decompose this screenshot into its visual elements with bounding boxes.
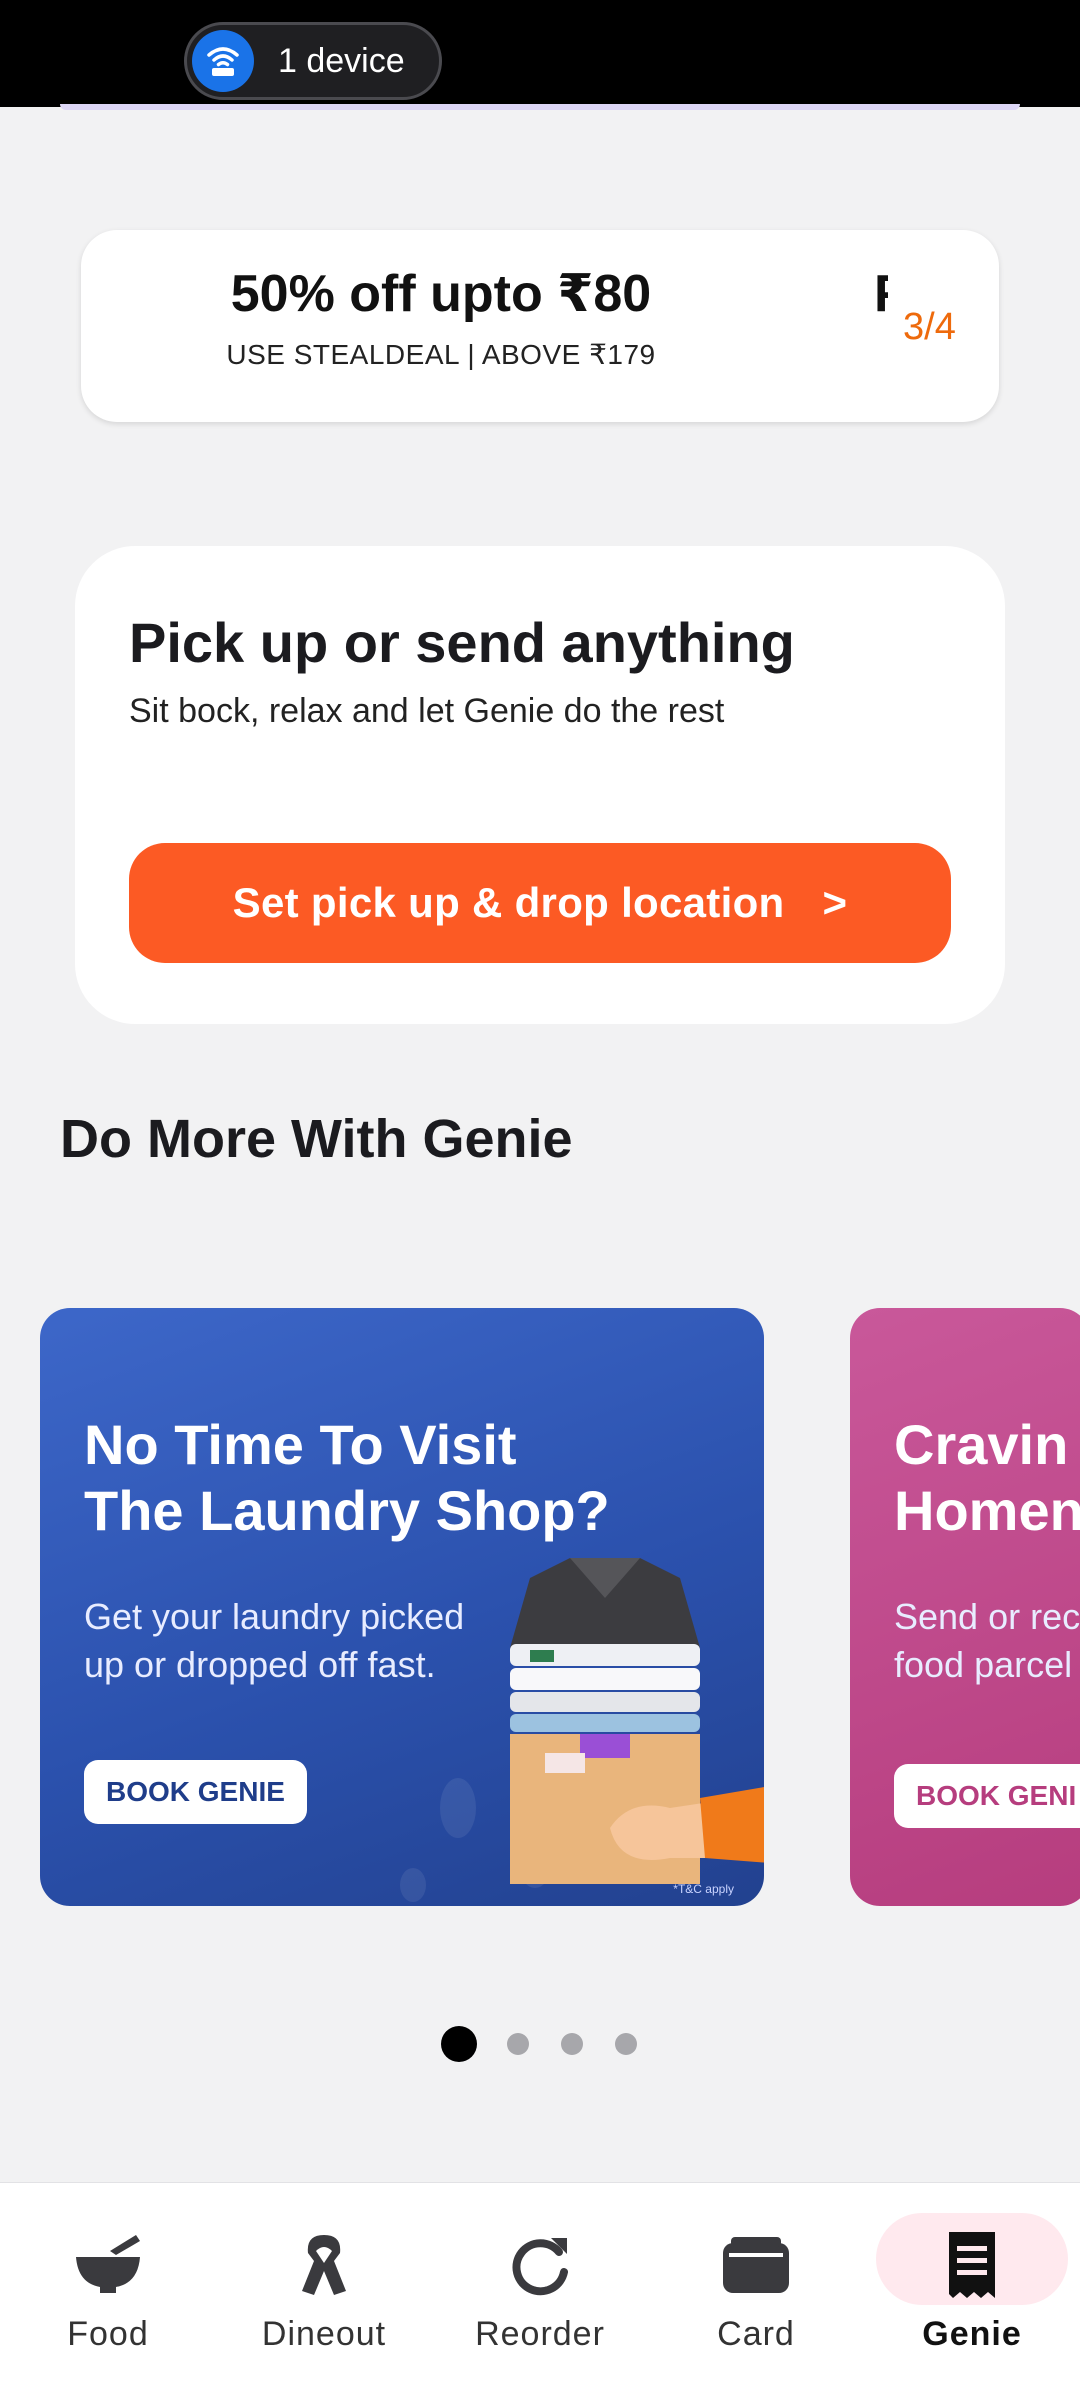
genie-card-title: Pick up or send anything: [129, 611, 795, 674]
nav-label: Dineout: [261, 2315, 387, 2353]
food-parcel-banner[interactable]: Cravin Homen Send or rec food parcel BOO…: [850, 1308, 1080, 1906]
nav-reorder[interactable]: Reorder: [460, 2183, 620, 2401]
carousel-indicator: [0, 2026, 1080, 2062]
wallet-card-icon: [721, 2229, 791, 2301]
banner-desc-line2: up or dropped off fast.: [84, 1644, 436, 1685]
genie-card-subtitle: Sit bock, relax and let Genie do the res…: [129, 692, 725, 730]
laundry-box-illustration: [510, 1558, 764, 1884]
food-bowl-icon: [70, 2229, 146, 2301]
banner-description: Get your laundry picked up or dropped of…: [84, 1593, 464, 1689]
nav-card[interactable]: Card: [676, 2183, 836, 2401]
nav-label: Reorder: [475, 2315, 605, 2353]
banner-heading-line1: No Time To Visit: [84, 1413, 517, 1476]
book-genie-button[interactable]: BOOK GENIE: [84, 1760, 307, 1824]
book-genie-button[interactable]: BOOK GENI: [894, 1764, 1080, 1828]
banner-desc-line1: Get your laundry picked: [84, 1596, 465, 1637]
banner-desc-line2: food parcel: [894, 1644, 1073, 1685]
dineout-ribbon-icon: [294, 2229, 354, 2301]
offer-title: 50% off upto ₹80: [230, 265, 652, 323]
bottom-navigation: Food Dineout Reorder Card Genie: [0, 2182, 1080, 2401]
nav-label: Food: [67, 2315, 149, 2353]
reorder-refresh-icon: [507, 2229, 573, 2301]
decorative-bubble: [440, 1778, 476, 1838]
nav-food[interactable]: Food: [28, 2183, 188, 2401]
carousel-dot[interactable]: [615, 2033, 637, 2055]
banner-heading-line2: The Laundry Shop?: [84, 1479, 610, 1542]
decorative-bubble: [400, 1868, 426, 1902]
offer-subtitle: USE STEALDEAL | ABOVE ₹179: [226, 339, 656, 370]
set-location-button-label: Set pick up & drop location: [232, 879, 785, 926]
banner-heading-line2: Homen: [894, 1479, 1080, 1542]
device-count-label: 1 device: [278, 41, 405, 80]
connected-devices-pill[interactable]: 1 device: [184, 22, 442, 100]
genie-pickup-card: Pick up or send anything Sit bock, relax…: [75, 546, 1005, 1024]
banner-description: Send or rec food parcel: [894, 1593, 1080, 1689]
banner-heading: Cravin Homen: [894, 1412, 1080, 1544]
nav-label: Card: [717, 2315, 795, 2353]
next-offer-peek: F: [874, 264, 888, 324]
carousel-dot[interactable]: [507, 2033, 529, 2055]
chevron-right-icon: >: [822, 879, 848, 926]
banner-heading-line1: Cravin: [894, 1413, 1069, 1476]
banner-desc-line1: Send or rec: [894, 1596, 1080, 1637]
offer-card[interactable]: 50% off upto ₹80 USE STEALDEAL | ABOVE ₹…: [81, 230, 999, 422]
status-bar: 1 device: [0, 0, 1080, 107]
nav-label: Genie: [922, 2315, 1022, 2353]
laundry-banner[interactable]: No Time To Visit The Laundry Shop? Get y…: [40, 1308, 764, 1906]
offer-counter: 3/4: [903, 306, 956, 348]
terms-note: *T&C apply: [673, 1882, 734, 1896]
carousel-dot[interactable]: [561, 2033, 583, 2055]
set-pickup-drop-location-button[interactable]: Set pick up & drop location >: [129, 843, 951, 963]
section-title: Do More With Genie: [60, 1109, 573, 1169]
header-bottom-edge: [60, 104, 1020, 110]
nav-genie[interactable]: Genie: [892, 2183, 1052, 2401]
genie-receipt-icon: [945, 2229, 999, 2301]
carousel-dot-active[interactable]: [441, 2026, 477, 2062]
wifi-hotspot-icon: [192, 30, 254, 92]
banner-heading: No Time To Visit The Laundry Shop?: [84, 1412, 610, 1544]
nav-dineout[interactable]: Dineout: [244, 2183, 404, 2401]
